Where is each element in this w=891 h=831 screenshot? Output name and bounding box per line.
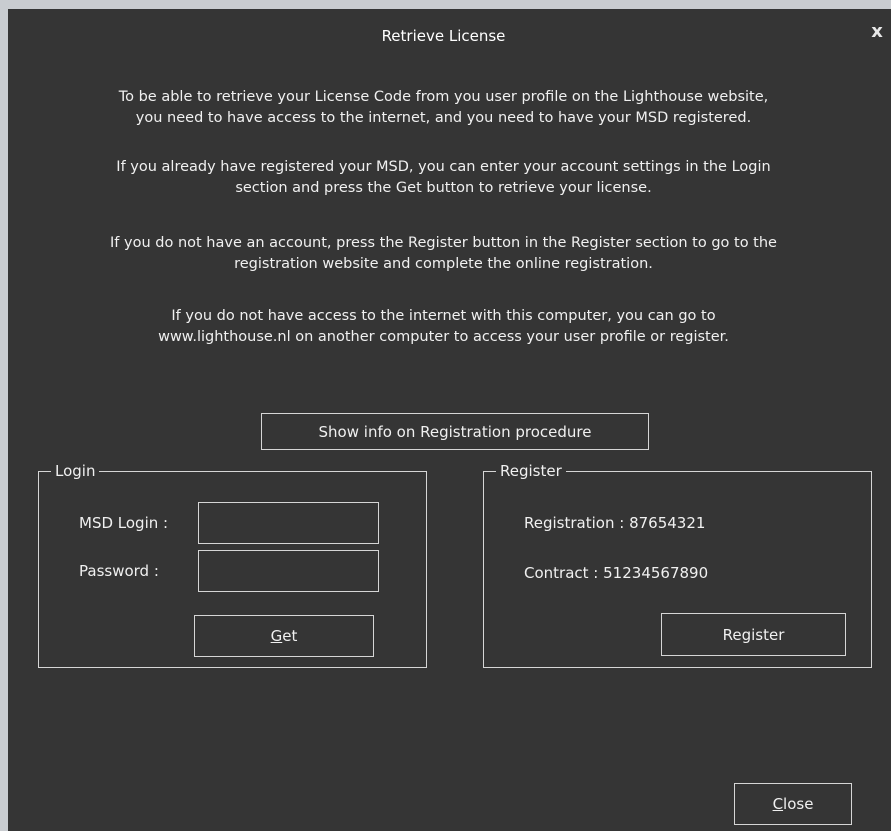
retrieve-license-dialog: Retrieve License x To be able to retriev… bbox=[8, 9, 891, 831]
get-button-mnemonic: G bbox=[270, 627, 283, 645]
login-legend: Login bbox=[51, 461, 100, 481]
intro-paragraph-3: If you do not have an account, press the… bbox=[8, 233, 879, 275]
password-label: Password : bbox=[79, 562, 159, 580]
registration-label: Registration : bbox=[524, 514, 625, 532]
get-button[interactable]: Get bbox=[194, 615, 374, 657]
intro-p4-line2: www.lighthouse.nl on another computer to… bbox=[158, 329, 729, 345]
msd-login-label: MSD Login : bbox=[79, 514, 169, 532]
register-legend: Register bbox=[496, 461, 566, 481]
intro-p3-line1: If you do not have an account, press the… bbox=[110, 235, 777, 251]
close-button-label: lose bbox=[783, 795, 814, 813]
registration-value: 87654321 bbox=[629, 514, 706, 532]
msd-login-input[interactable] bbox=[198, 502, 379, 544]
contract-label: Contract : bbox=[524, 564, 599, 582]
login-group: Login MSD Login : Password : Get bbox=[38, 461, 427, 668]
close-icon[interactable]: x bbox=[869, 23, 885, 41]
password-input[interactable] bbox=[198, 550, 379, 592]
window-title: Retrieve License bbox=[381, 27, 506, 45]
intro-paragraph-4: If you do not have access to the interne… bbox=[8, 306, 879, 348]
intro-p3-line2: registration website and complete the on… bbox=[234, 256, 653, 272]
close-button[interactable]: Close bbox=[734, 783, 852, 825]
intro-p2-line1: If you already have registered your MSD,… bbox=[116, 159, 771, 175]
register-button[interactable]: Register bbox=[661, 613, 846, 656]
registration-row: Registration : 87654321 bbox=[524, 514, 705, 532]
contract-value: 51234567890 bbox=[603, 564, 709, 582]
show-registration-info-button[interactable]: Show info on Registration procedure bbox=[261, 413, 649, 450]
intro-p2-line2: section and press the Get button to retr… bbox=[235, 180, 652, 196]
close-button-mnemonic: C bbox=[772, 795, 784, 813]
intro-p1-line1: To be able to retrieve your License Code… bbox=[118, 89, 769, 105]
title-bar: Retrieve License x bbox=[8, 9, 891, 53]
contract-row: Contract : 51234567890 bbox=[524, 564, 708, 582]
get-button-label: et bbox=[282, 627, 298, 645]
register-group: Register Registration : 87654321 Contrac… bbox=[483, 461, 872, 668]
intro-paragraph-1: To be able to retrieve your License Code… bbox=[8, 87, 879, 129]
intro-paragraph-2: If you already have registered your MSD,… bbox=[8, 157, 879, 199]
intro-p4-line1: If you do not have access to the interne… bbox=[171, 308, 716, 324]
intro-p1-line2: you need to have access to the internet,… bbox=[135, 110, 752, 126]
